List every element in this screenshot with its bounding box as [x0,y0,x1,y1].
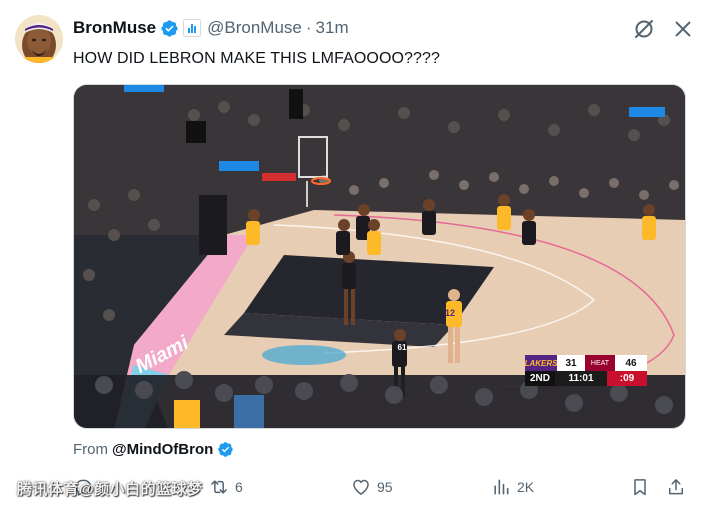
repost-count: 6 [235,479,243,495]
media-source: From @MindOfBron [73,441,234,458]
like-count: 95 [377,479,393,495]
from-label: From [73,441,108,458]
home-team-label: HEAT [585,355,615,371]
timestamp[interactable]: 31m [316,18,349,38]
reply-count: 2 [99,479,107,495]
views-chart-icon [494,479,509,495]
verified-badge-icon [218,442,234,457]
repost-icon [211,480,227,494]
action-bar: 2 6 95 2K [0,474,703,500]
tweet-text: HOW DID LEBRON MAKE THIS LMFAOOOO???? [73,50,441,67]
referee-number: 61 [398,343,407,352]
reply-icon [75,479,92,496]
source-handle[interactable]: @MindOfBron [112,441,213,458]
share-button[interactable] [666,474,686,500]
reply-button[interactable]: 2 [73,474,107,500]
bookmark-icon [634,479,646,496]
scorebug: LAKERS 31 HEAT 46 2ND 11:01 :09 [525,355,647,389]
tweet-header: BronMuse @BronMuse · 31m [73,17,349,39]
avatar[interactable] [15,15,63,63]
game-clock: 11:01 [555,371,607,386]
player-jersey-number: 12 [445,308,455,318]
like-button[interactable]: 95 [351,474,393,500]
away-team-label: LAKERS [525,355,557,371]
display-name[interactable]: BronMuse [73,18,156,38]
bookmark-button[interactable] [630,474,650,500]
verified-badge-icon [161,19,178,37]
handle[interactable]: @BronMuse [207,18,302,38]
heart-icon [353,479,369,495]
affiliate-badge-icon [183,19,202,37]
repost-button[interactable]: 6 [209,474,243,500]
share-icon [669,479,683,495]
video-media[interactable]: Miami 12 61 LAKERS 31 HEAT 46 2ND 11:01 … [73,84,686,429]
away-score: 31 [557,355,585,371]
separator-dot: · [305,18,312,37]
home-score: 46 [615,355,647,371]
quarter: 2ND [525,371,555,386]
avatar-image [15,15,63,63]
views-count: 2K [517,479,535,495]
close-icon[interactable] [672,18,694,40]
grok-icon[interactable] [632,17,656,41]
views-button[interactable]: 2K [491,474,534,500]
shot-clock: :09 [607,371,647,386]
